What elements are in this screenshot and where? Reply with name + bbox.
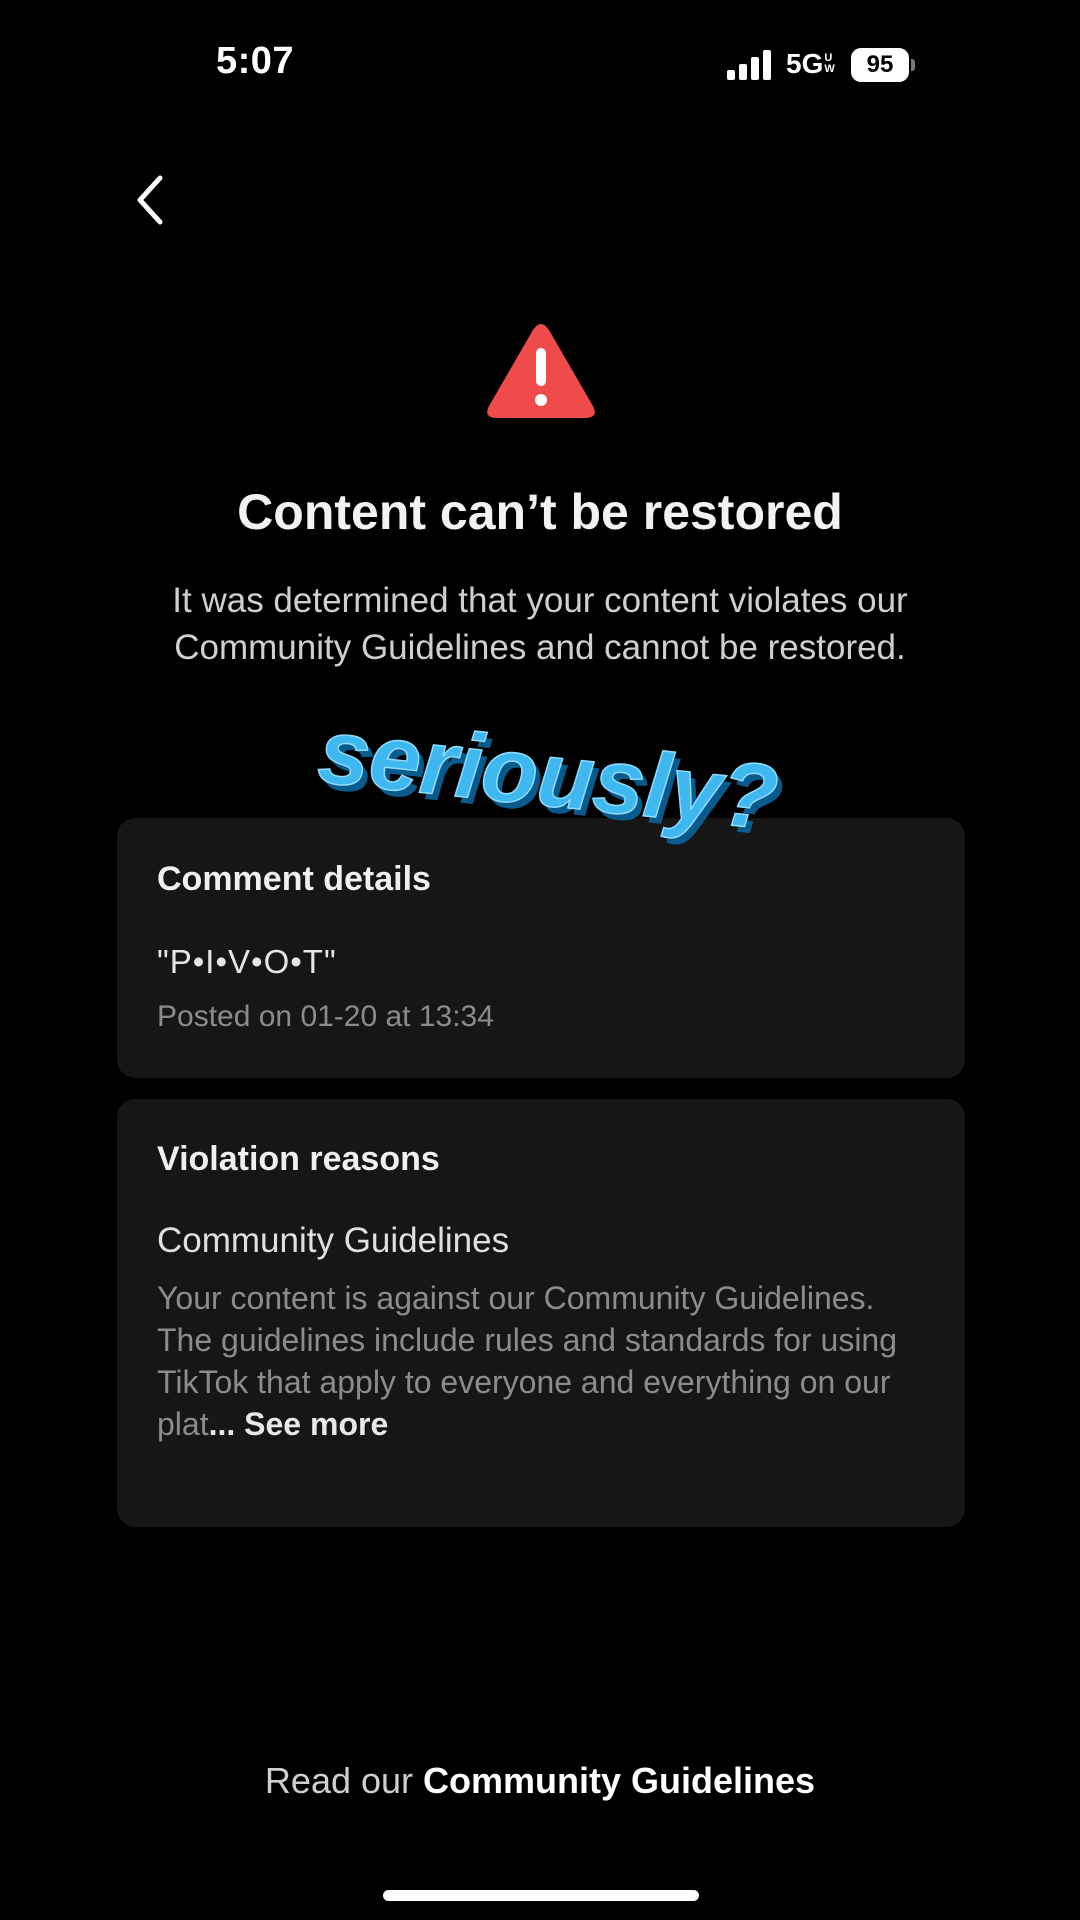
battery-indicator: 95 — [851, 48, 909, 82]
comment-posted-time: Posted on 01-20 at 13:34 — [157, 1000, 494, 1033]
cellular-signal-icon — [727, 50, 771, 80]
violation-reasons-title: Violation reasons — [157, 1140, 440, 1178]
network-badge: U W — [824, 52, 835, 75]
footer: Read our Community Guidelines — [0, 1760, 1080, 1802]
seriously-sticker: seriously? seriously? — [313, 720, 787, 856]
see-more-link[interactable]: ... See more — [209, 1406, 389, 1442]
page-title: Content can’t be restored — [237, 484, 843, 540]
comment-text: "P•I•V•O•T" — [157, 943, 337, 980]
footer-prefix: Read our — [264, 1760, 424, 1801]
network-indicator: 5G U W — [786, 48, 835, 80]
page-description: It was determined that your content viol… — [172, 581, 908, 667]
community-guidelines-link[interactable]: Community Guidelines — [423, 1760, 815, 1801]
warning-triangle-icon — [487, 324, 595, 418]
status-time: 5:07 — [216, 40, 295, 82]
violation-reasons-card: Violation reasons Community Guidelines Y… — [117, 1099, 965, 1527]
violation-reason-text: Your content is against our Community Gu… — [157, 1277, 927, 1445]
home-indicator[interactable] — [383, 1890, 699, 1901]
battery-cap — [911, 59, 915, 71]
chevron-left-icon[interactable] — [128, 172, 172, 228]
status-bar: 5:07 5G U W 95 — [0, 0, 1080, 130]
violation-reason-title: Community Guidelines — [157, 1221, 510, 1260]
network-type: 5G — [786, 48, 824, 79]
